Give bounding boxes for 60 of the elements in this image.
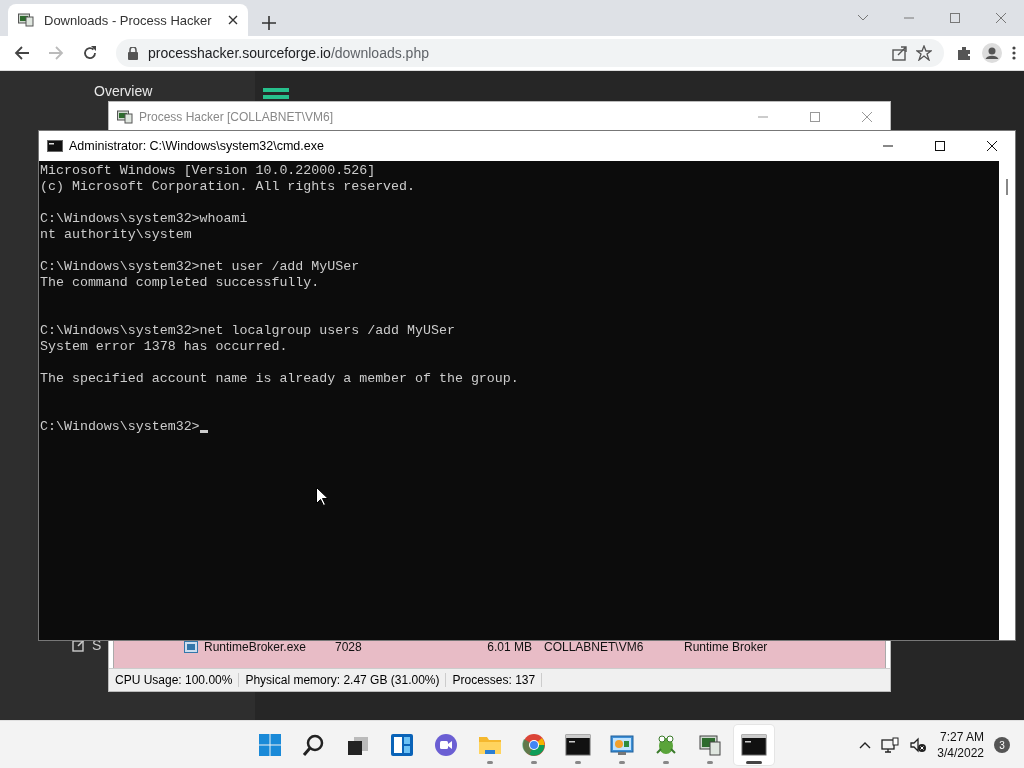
share-icon[interactable] [892,45,908,61]
table-cell-text: 6.01 MB [486,640,533,654]
console-line: C:\Windows\system32>net localgroup users /add MyUSer [40,323,455,339]
chevron-down-icon[interactable] [857,14,869,22]
window-title: Administrator: C:\Windows\system32\cmd.exe [69,139,325,153]
favicon-icon [18,13,34,27]
profile-icon[interactable] [982,43,1002,63]
control-panel-icon [610,733,634,757]
maximize-icon[interactable] [935,141,945,151]
volume-muted-icon[interactable] [909,737,928,753]
menu-icon[interactable] [1012,46,1016,60]
nav-link[interactable]: Overview [94,83,153,99]
table-cell-text: RuntimeBroker.exe [204,640,308,654]
status-text: Processes: 137 [446,673,543,687]
console-line: C:\Windows\system32>net user /add MyUSer [40,259,360,275]
console-line: (c) Microsoft Corporation. All rights reserved. [40,179,416,195]
monitor-icon [698,733,722,757]
terminal-icon [565,734,591,756]
console-line: System error 1378 has occurred. [40,339,288,355]
network-icon[interactable] [881,737,900,753]
status-text: CPU Usage: 100.00% [109,673,240,687]
console-icon [47,140,63,152]
table-cell-text: 7028 [335,640,363,654]
window-title: Process Hacker [COLLABNET\VM6] [139,109,335,124]
status-text: Physical memory: 2.47 GB (31.00%) [239,673,447,687]
app-icon [117,109,133,124]
mouse-pointer-icon [316,487,328,506]
gecko-icon [654,733,678,757]
notification-badge[interactable]: 3 [994,737,1010,753]
process-icon [184,641,198,653]
console-line: The specified account name is already a member of the group. [40,371,519,387]
console-line: Microsoft Windows [Version 10.0.22000.526] [40,163,376,179]
windows-start-icon [258,733,282,757]
close-icon[interactable] [987,141,997,151]
table-cell-text: Runtime Broker [684,640,769,654]
edit-icon [72,638,86,652]
back-icon[interactable] [14,45,30,61]
reload-icon[interactable] [82,45,98,61]
new-tab-icon[interactable] [262,16,276,30]
scrollbar[interactable] [999,161,1015,640]
browser-icon [522,733,546,757]
widgets-icon [390,733,414,757]
hamburger-icon [263,88,289,102]
clock[interactable]: 7:27 AM 3/4/2022 [937,729,984,761]
taskbar-button[interactable] [734,725,774,765]
chat-icon [434,733,458,757]
search-icon [302,733,326,757]
console-line: C:\Windows\system32> [40,419,200,435]
star-icon[interactable] [916,45,932,61]
chevron-up-icon[interactable] [859,741,872,749]
lock-icon [128,46,138,60]
address-bar[interactable]: processhacker.sourceforge.io/downloads.php [116,39,944,67]
puzzle-icon[interactable] [956,45,972,61]
table-cell-text: COLLABNET\VM6 [544,640,645,654]
close-icon[interactable] [228,15,238,25]
terminal-icon [741,734,767,756]
console-line: nt authority\system [40,227,192,243]
browser-tab[interactable]: Downloads - Process Hacker [8,4,248,36]
console-line: The command completed successfully. [40,275,320,291]
console-line: C:\Windows\system32>whoami [40,211,248,227]
